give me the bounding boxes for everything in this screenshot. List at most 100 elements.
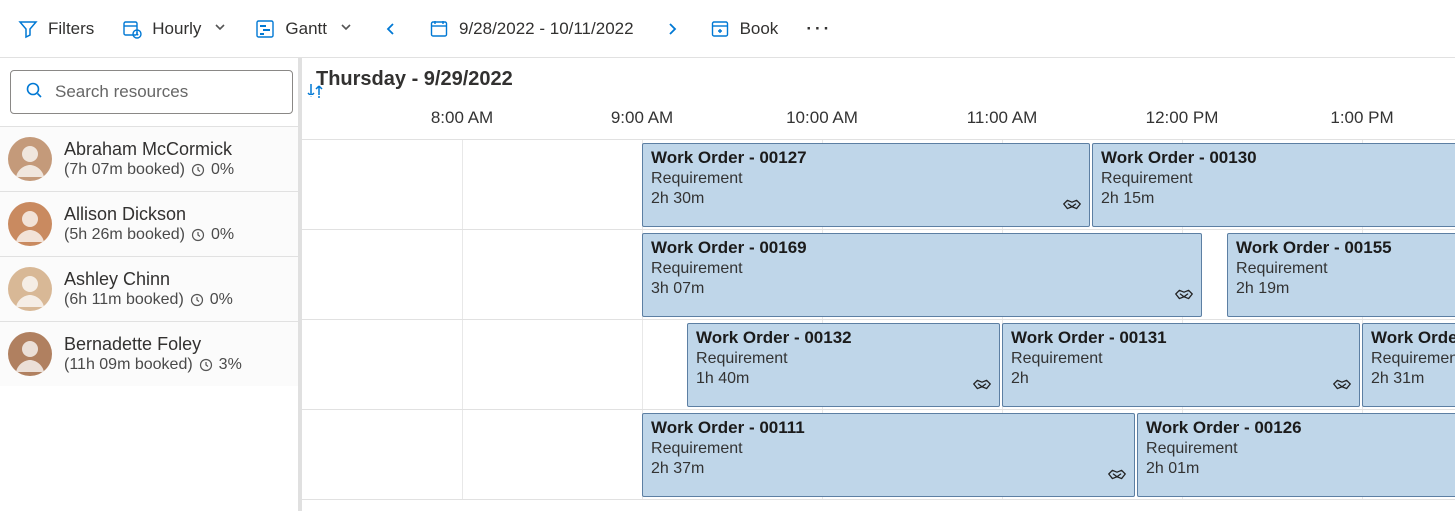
chevron-down-icon (213, 19, 227, 39)
gantt-icon (255, 19, 275, 39)
work-order-title: Work Order - 00126 (1146, 418, 1455, 438)
handshake-icon (1331, 373, 1353, 400)
time-scale-label: Hourly (152, 19, 201, 39)
avatar (8, 267, 52, 311)
book-button[interactable]: Book (710, 19, 779, 39)
chevron-down-icon (339, 19, 353, 39)
resource-row[interactable]: Abraham McCormick(7h 07m booked) 0% (0, 126, 298, 191)
work-order-title: Work Order - 00130 (1101, 148, 1455, 168)
filters-button[interactable]: Filters (18, 19, 94, 39)
book-label: Book (740, 19, 779, 39)
handshake-icon (1173, 283, 1195, 310)
next-range-button[interactable] (662, 21, 682, 37)
prev-range-button[interactable] (381, 21, 401, 37)
timeline-panel: Thursday - 9/29/2022 8:00 AM 9:00 AM 10:00… (302, 58, 1455, 511)
work-order-requirement: Requirement (651, 260, 1193, 278)
work-order-requirement: Requirement (651, 170, 1081, 188)
clock-icon (191, 163, 205, 177)
time-scale-dropdown[interactable]: Hourly (122, 19, 227, 39)
timeline-row[interactable]: Work Order - 00111Requirement2h 37mWork … (302, 410, 1455, 500)
day-header: Thursday - 9/29/2022 (302, 58, 1455, 96)
work-order-duration: 1h 40m (696, 370, 991, 388)
work-order-block[interactable]: Work Order - 00155 Requirement 2h 19m (1227, 233, 1455, 317)
time-tick: 9:00 AM (611, 108, 673, 128)
work-order-block[interactable]: Work Order - 00140 Requirement 2h 31m (1362, 323, 1455, 407)
timeline-row[interactable]: Work Order - 00127Requirement2h 30mWork … (302, 140, 1455, 230)
handshake-icon (971, 373, 993, 400)
resource-row[interactable]: Allison Dickson(5h 26m booked)0% (0, 191, 298, 256)
work-order-title: Work Order - 00127 (651, 148, 1081, 168)
work-order-duration: 2h 37m (651, 460, 1126, 478)
work-order-block[interactable]: Work Order - 00111 Requirement 2h 37m (642, 413, 1135, 497)
avatar (8, 332, 52, 376)
filters-label: Filters (48, 19, 94, 39)
work-order-title: Work Order - 00132 (696, 328, 991, 348)
work-order-requirement: Requirement (1101, 170, 1455, 188)
resource-pct: 3% (219, 356, 242, 374)
resource-pct: 0% (211, 161, 234, 179)
work-order-requirement: Requirement (696, 350, 991, 368)
clock-icon (191, 228, 205, 242)
work-order-block[interactable]: Work Order - 00130 Requirement 2h 15m (1092, 143, 1455, 227)
search-icon (25, 81, 43, 104)
resource-pct: 0% (210, 291, 233, 309)
time-tick: 11:00 AM (967, 108, 1038, 128)
time-tick: 1:00 PM (1330, 108, 1393, 128)
avatar (8, 202, 52, 246)
date-range-button[interactable]: 9/28/2022 - 10/11/2022 (429, 19, 634, 39)
work-order-requirement: Requirement (1236, 260, 1455, 278)
work-order-title: Work Order - 00111 (651, 418, 1126, 438)
handshake-icon (1061, 193, 1083, 220)
work-order-duration: 3h 07m (651, 280, 1193, 298)
time-tick: 8:00 AM (431, 108, 493, 128)
calendar-plus-icon (710, 19, 730, 39)
resource-name: Bernadette Foley (64, 334, 242, 356)
work-order-title: Work Order - 00131 (1011, 328, 1351, 348)
avatar (8, 137, 52, 181)
resource-name: Ashley Chinn (64, 269, 233, 291)
search-resources-input[interactable] (10, 70, 293, 114)
time-tick: 12:00 PM (1146, 108, 1219, 128)
schedule-board: Abraham McCormick(7h 07m booked)0%Alliso… (0, 58, 1455, 511)
resource-name: Abraham McCormick (64, 139, 234, 161)
work-order-block[interactable]: Work Order - 00126Requirement2h 01m (1137, 413, 1455, 497)
work-order-duration: 2h 31m (1371, 370, 1455, 388)
resource-row[interactable]: Bernadette Foley(11h 09m booked) 3% (0, 321, 298, 386)
calendar-icon (429, 19, 449, 39)
work-order-title: Work Order - 00155 (1236, 238, 1455, 258)
search-resources-field[interactable] (53, 81, 278, 103)
work-order-block[interactable]: Work Order - 00131 Requirement 2h (1002, 323, 1360, 407)
timeline-row[interactable]: Work Order - 00169Requirement3h 07mWork … (302, 230, 1455, 320)
toolbar: Filters Hourly Gantt (0, 0, 1455, 58)
work-order-title: Work Order - 00140 (1371, 328, 1455, 348)
work-order-block[interactable]: Work Order - 00132 Requirement 1h 40m (687, 323, 1000, 407)
work-order-requirement: Requirement (651, 440, 1126, 458)
clock-icon (199, 358, 213, 372)
resource-booked: (11h 09m booked) (64, 356, 193, 374)
work-order-block[interactable]: Work Order - 00169 Requirement 3h 07m (642, 233, 1202, 317)
resource-panel: Abraham McCormick(7h 07m booked)0%Alliso… (0, 58, 302, 511)
handshake-icon (1106, 463, 1128, 490)
work-order-requirement: Requirement (1011, 350, 1351, 368)
more-actions-button[interactable]: ··· (806, 19, 832, 39)
work-order-duration: 2h 15m (1101, 190, 1455, 208)
calendar-clock-icon (122, 19, 142, 39)
resource-pct: 0% (211, 226, 234, 244)
work-order-title: Work Order - 00169 (651, 238, 1193, 258)
resource-booked: (5h 26m booked) (64, 226, 185, 244)
clock-icon (190, 293, 204, 307)
view-dropdown[interactable]: Gantt (255, 19, 353, 39)
time-tick: 10:00 AM (786, 108, 858, 128)
filter-icon (18, 19, 38, 39)
work-order-block[interactable]: Work Order - 00127Requirement2h 30m (642, 143, 1090, 227)
work-order-duration: 2h (1011, 370, 1351, 388)
work-order-duration: 2h 01m (1146, 460, 1455, 478)
resource-row[interactable]: Ashley Chinn(6h 11m booked) 0% (0, 256, 298, 321)
timeline-row[interactable]: Work Order - 00132Requirement1h 40mWork … (302, 320, 1455, 410)
work-order-duration: 2h 19m (1236, 280, 1455, 298)
time-header: 8:00 AM 9:00 AM 10:00 AM 11:00 AM 12:00 PM 1:… (302, 96, 1455, 140)
resource-booked: (7h 07m booked) (64, 161, 185, 179)
view-label: Gantt (285, 19, 327, 39)
work-order-requirement: Requirement (1371, 350, 1455, 368)
resource-booked: (6h 11m booked) (64, 291, 184, 309)
